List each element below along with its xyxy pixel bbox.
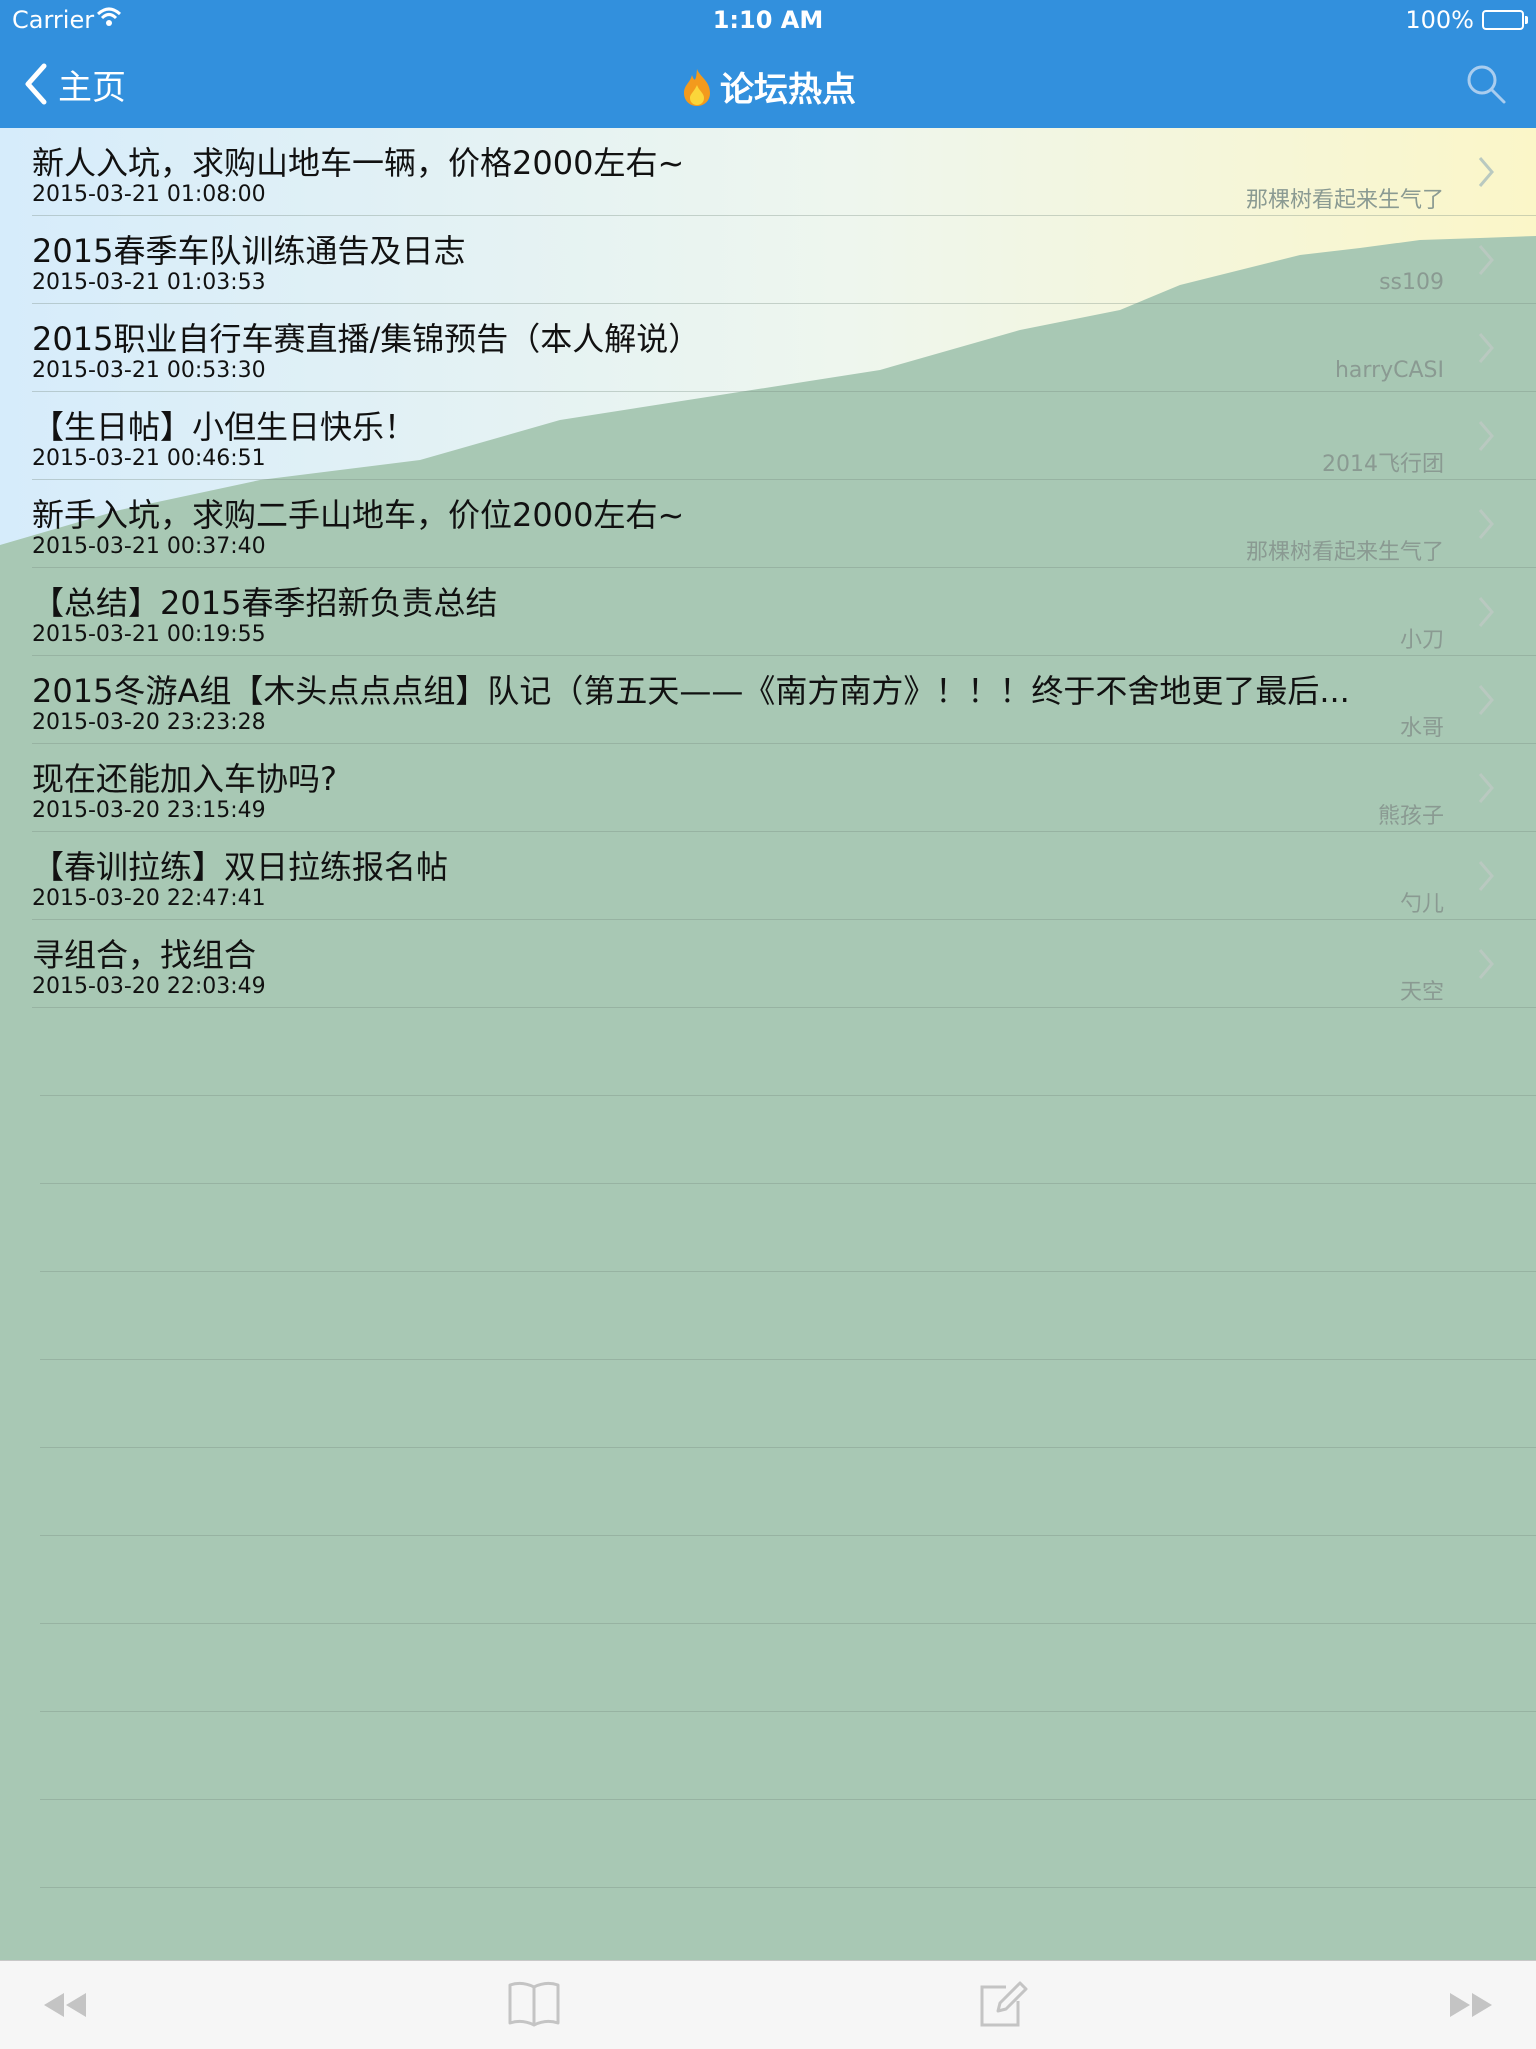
search-icon[interactable]: [1462, 60, 1510, 108]
empty-row-separator: [0, 1536, 1536, 1624]
empty-row-separator: [0, 1800, 1536, 1888]
chevron-right-icon: [1478, 949, 1494, 979]
compose-icon[interactable]: [976, 1979, 1028, 2031]
thread-date: 2015-03-21 00:19:55: [32, 622, 266, 647]
thread-date: 2015-03-20 22:47:41: [32, 886, 266, 911]
status-bar: Carrier 1:10 AM 100%: [0, 0, 1536, 40]
thread-list: 新人入坑，求购山地车一辆，价格2000左右~ 2015-03-21 01:08:…: [0, 128, 1536, 1976]
thread-author: 勺儿: [1399, 892, 1444, 917]
thread-author: ss109: [1379, 270, 1444, 295]
thread-date: 2015-03-21 00:37:40: [32, 534, 266, 559]
empty-row-separator: [0, 1096, 1536, 1184]
thread-row[interactable]: 新人入坑，求购山地车一辆，价格2000左右~ 2015-03-21 01:08:…: [0, 128, 1536, 216]
thread-row[interactable]: 2015冬游A组【木头点点点组】队记（第五天——《南方南方》！！！终于不舍地更了…: [0, 656, 1536, 744]
thread-title: 新人入坑，求购山地车一辆，价格2000左右~: [32, 144, 685, 182]
chevron-right-icon: [1478, 157, 1494, 187]
chevron-right-icon: [1478, 773, 1494, 803]
thread-date: 2015-03-21 01:03:53: [32, 270, 266, 295]
thread-title: 2015冬游A组【木头点点点组】队记（第五天——《南方南方》！！！终于不舍地更了…: [32, 672, 1350, 710]
empty-row-separator: [0, 1272, 1536, 1360]
chevron-right-icon: [1478, 333, 1494, 363]
thread-row[interactable]: 【总结】2015春季招新负责总结 2015-03-21 00:19:55 小刀: [0, 568, 1536, 656]
thread-author: 那棵树看起来生气了: [1245, 540, 1444, 565]
thread-date: 2015-03-21 00:53:30: [32, 358, 266, 383]
thread-date: 2015-03-21 01:08:00: [32, 182, 266, 207]
thread-author: 那棵树看起来生气了: [1245, 188, 1444, 213]
thread-row[interactable]: 寻组合，找组合 2015-03-20 22:03:49 天空: [0, 920, 1536, 1008]
fast-forward-icon[interactable]: [1444, 1979, 1498, 2031]
thread-row[interactable]: 2015春季车队训练通告及日志 2015-03-21 01:03:53 ss10…: [0, 216, 1536, 304]
empty-row-separator: [0, 1008, 1536, 1096]
thread-date: 2015-03-20 23:23:28: [32, 710, 266, 735]
empty-row-separator: [0, 1448, 1536, 1536]
thread-title: 2015春季车队训练通告及日志: [32, 232, 466, 270]
chevron-right-icon: [1478, 685, 1494, 715]
thread-row[interactable]: 【春训拉练】双日拉练报名帖 2015-03-20 22:47:41 勺儿: [0, 832, 1536, 920]
page-title-text: 论坛热点: [720, 70, 856, 110]
chevron-right-icon: [1478, 597, 1494, 627]
empty-row-separator: [0, 1624, 1536, 1712]
rewind-icon[interactable]: [38, 1979, 92, 2031]
thread-title: 寻组合，找组合: [32, 936, 257, 974]
thread-title: 2015职业自行车赛直播/集锦预告（本人解说）: [32, 320, 701, 358]
page-title: 论坛热点: [0, 62, 1536, 111]
thread-date: 2015-03-20 23:15:49: [32, 798, 266, 823]
thread-date: 2015-03-20 22:03:49: [32, 974, 266, 999]
thread-author: harryCASI: [1334, 358, 1444, 383]
empty-row-separator: [0, 1184, 1536, 1272]
battery-icon: [1482, 10, 1528, 30]
chevron-right-icon: [1478, 245, 1494, 275]
thread-date: 2015-03-21 00:46:51: [32, 446, 266, 471]
thread-row[interactable]: 【生日帖】小但生日快乐！ 2015-03-21 00:46:51 2014飞行团: [0, 392, 1536, 480]
navigation-bar: 主页 论坛热点: [0, 40, 1536, 128]
empty-row-separator: [0, 1360, 1536, 1448]
chevron-right-icon: [1478, 861, 1494, 891]
battery-percent: 100%: [1405, 6, 1474, 34]
thread-row[interactable]: 现在还能加入车协吗? 2015-03-20 23:15:49 熊孩子: [0, 744, 1536, 832]
fire-icon: [684, 68, 710, 106]
thread-title: 【春训拉练】双日拉练报名帖: [32, 848, 449, 886]
book-icon[interactable]: [506, 1979, 562, 2031]
empty-row-separator: [0, 1712, 1536, 1800]
thread-title: 【生日帖】小但生日快乐！: [32, 408, 417, 446]
thread-title: 新手入坑，求购二手山地车，价位2000左右~: [32, 496, 685, 534]
chevron-right-icon: [1478, 421, 1494, 451]
thread-author: 2014飞行团: [1322, 452, 1444, 477]
thread-row[interactable]: 新手入坑，求购二手山地车，价位2000左右~ 2015-03-21 00:37:…: [0, 480, 1536, 568]
thread-title: 【总结】2015春季招新负责总结: [32, 584, 498, 622]
bottom-toolbar: [0, 1960, 1536, 2049]
thread-author: 水哥: [1399, 716, 1444, 741]
thread-row[interactable]: 2015职业自行车赛直播/集锦预告（本人解说） 2015-03-21 00:53…: [0, 304, 1536, 392]
status-time: 1:10 AM: [712, 6, 824, 34]
thread-title: 现在还能加入车协吗?: [32, 760, 337, 798]
chevron-right-icon: [1478, 509, 1494, 539]
thread-author: 天空: [1399, 980, 1444, 1005]
thread-author: 熊孩子: [1377, 804, 1444, 829]
thread-author: 小刀: [1399, 628, 1444, 653]
